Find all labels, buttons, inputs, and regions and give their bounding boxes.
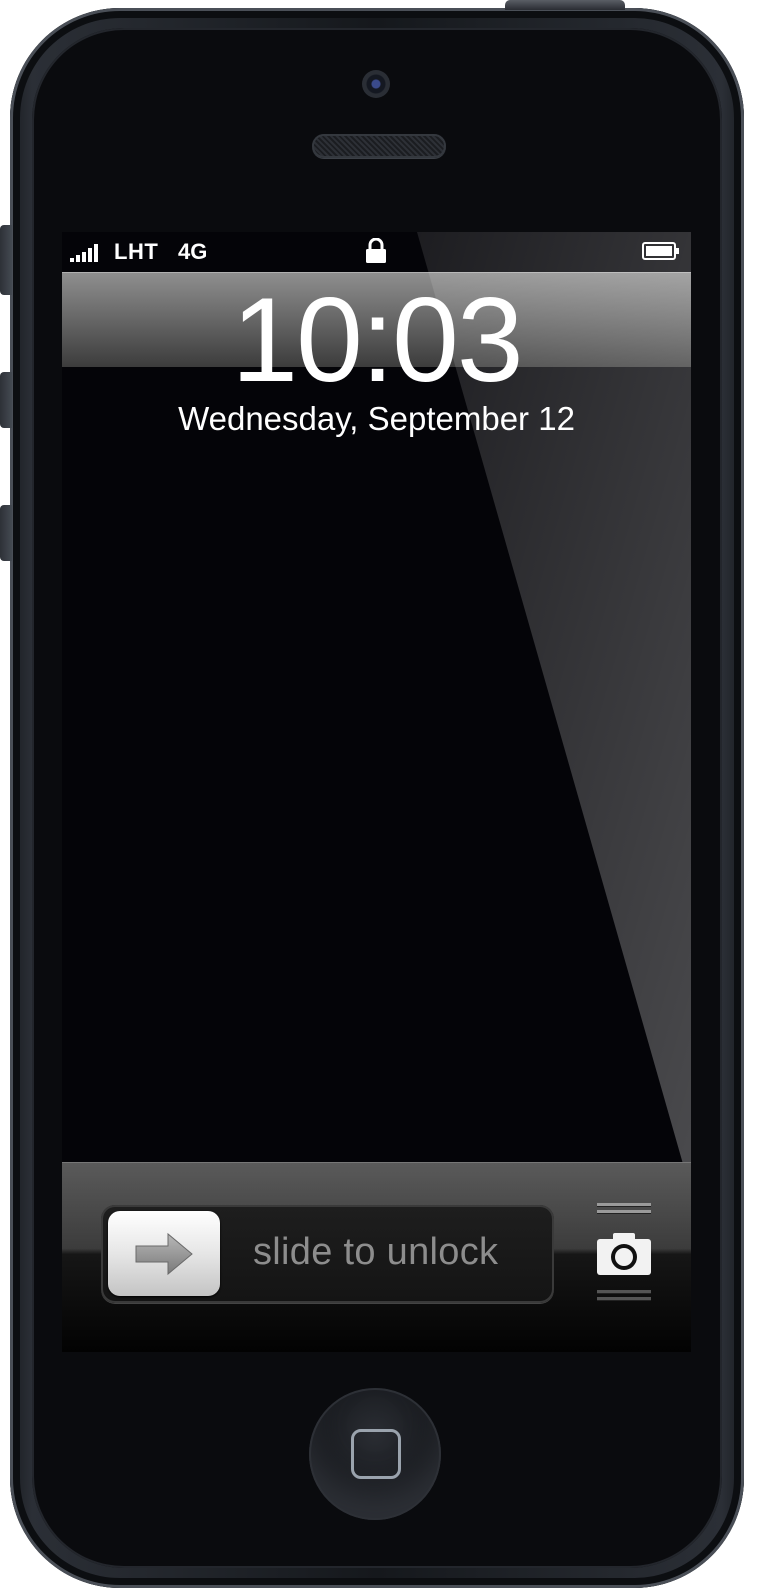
- volume-up-button[interactable]: [0, 372, 12, 428]
- slide-to-unlock-label: slide to unlock: [253, 1231, 499, 1273]
- slider-band: slide to unlock: [62, 1162, 691, 1352]
- slide-to-unlock-track[interactable]: slide to unlock: [101, 1205, 554, 1303]
- arrow-right-icon: [135, 1232, 193, 1276]
- camera-grabber[interactable]: [595, 1203, 653, 1307]
- earpiece-speaker: [312, 134, 446, 158]
- battery-icon: [642, 242, 679, 260]
- signal-strength-icon: [70, 242, 98, 262]
- mute-switch[interactable]: [0, 225, 12, 295]
- grabber-line: [597, 1290, 651, 1294]
- home-square-icon: [351, 1429, 401, 1479]
- clock-time: 10:03: [231, 273, 523, 407]
- volume-down-button[interactable]: [0, 505, 12, 561]
- carrier-name: LHT: [114, 239, 159, 264]
- status-bar: LHT 4G: [62, 232, 691, 272]
- lock-screen: LHT 4G 10:03 Wednesday, September 12 sli…: [62, 232, 691, 1352]
- network-type: 4G: [178, 239, 208, 264]
- front-camera: [362, 70, 390, 98]
- clock-date: Wednesday, September 12: [178, 400, 575, 437]
- sleep-wake-button[interactable]: [505, 0, 625, 10]
- home-button[interactable]: [309, 1388, 441, 1520]
- lock-icon: [366, 238, 386, 263]
- slide-to-unlock-knob[interactable]: [108, 1211, 220, 1296]
- camera-icon: [597, 1233, 651, 1275]
- grabber-line: [597, 1210, 651, 1214]
- grabber-line: [597, 1203, 651, 1207]
- grabber-line: [597, 1297, 651, 1301]
